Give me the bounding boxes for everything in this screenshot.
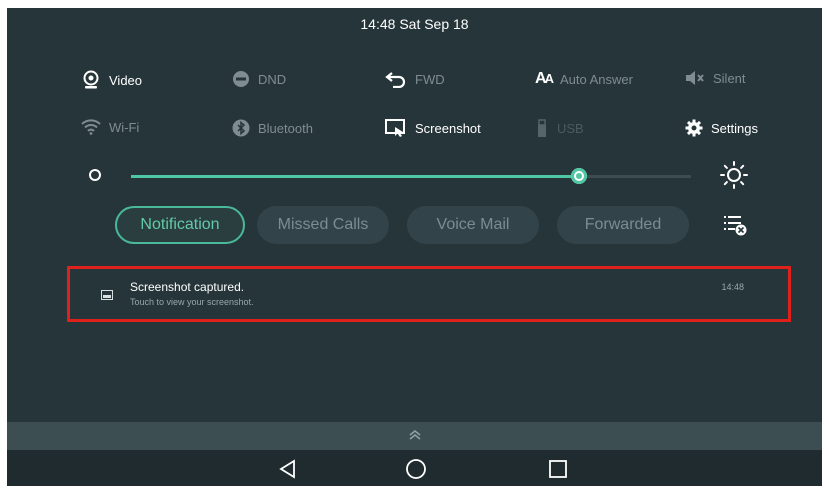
tab-forwarded-label: Forwarded: [584, 216, 662, 233]
notification-title: Screenshot captured.: [130, 280, 245, 294]
quick-toggle-video[interactable]: Video: [81, 70, 142, 90]
status-datetime: 14:48 Sat Sep 18: [360, 16, 469, 32]
wifi-icon: [81, 119, 101, 135]
notification-item[interactable]: Screenshot captured. Touch to view your …: [67, 266, 791, 322]
quick-toggle-wifi-label: Wi-Fi: [109, 119, 140, 135]
gear-icon: [685, 119, 703, 137]
quick-settings-row-1: Video DND FWD AA Auto Answer Silent: [7, 70, 822, 96]
brightness-slider-row: [7, 161, 822, 189]
quick-toggle-settings-label: Settings: [711, 120, 758, 136]
recents-square-icon[interactable]: [545, 456, 571, 482]
quick-toggle-screenshot-label: Screenshot: [415, 120, 481, 136]
quick-toggle-usb[interactable]: USB: [535, 119, 584, 137]
quick-toggle-fwd-label: FWD: [415, 71, 445, 87]
notification-tabs: Notification Missed Calls Voice Mail For…: [7, 206, 822, 246]
quick-toggle-screenshot[interactable]: Screenshot: [385, 119, 481, 137]
quick-toggle-silent[interactable]: Silent: [685, 70, 746, 86]
forward-icon: [385, 70, 407, 88]
chevron-up-icon: [408, 427, 422, 445]
tab-forwarded[interactable]: Forwarded: [557, 206, 689, 244]
image-icon: [101, 287, 113, 305]
home-circle-icon[interactable]: [403, 456, 429, 482]
quick-toggle-wifi[interactable]: Wi-Fi: [81, 119, 139, 135]
quick-toggle-dnd-label: DND: [258, 71, 287, 87]
brightness-slider[interactable]: [131, 168, 691, 184]
brightness-slider-fill: [131, 175, 579, 178]
quick-toggle-bluetooth-label: Bluetooth: [258, 120, 313, 136]
pull-up-handle[interactable]: [7, 422, 822, 450]
quick-toggle-auto-answer-label: Auto Answer: [559, 71, 633, 87]
quick-toggle-settings[interactable]: Settings: [685, 119, 758, 137]
quick-toggle-auto-answer[interactable]: AA Auto Answer: [535, 70, 633, 88]
status-bar: 14:48 Sat Sep 18: [7, 8, 822, 40]
tab-notification-label: Notification: [140, 216, 220, 233]
tab-voice-mail-label: Voice Mail: [436, 216, 510, 233]
quick-toggle-silent-label: Silent: [713, 70, 746, 86]
quick-toggle-video-label: Video: [109, 72, 143, 88]
tab-voice-mail[interactable]: Voice Mail: [407, 206, 539, 244]
screenshot-icon: [385, 119, 407, 137]
usb-icon: [535, 119, 549, 137]
quick-toggle-bluetooth[interactable]: Bluetooth: [232, 119, 313, 137]
bluetooth-icon: [232, 119, 250, 137]
dnd-icon: [232, 70, 250, 88]
tab-missed-calls[interactable]: Missed Calls: [257, 206, 389, 244]
video-camera-icon: [81, 70, 101, 90]
clear-all-icon[interactable]: [723, 214, 747, 241]
brightness-high-icon: [719, 160, 749, 195]
brightness-slider-thumb[interactable]: [571, 168, 587, 184]
navigation-bar: [7, 450, 822, 486]
phone-screen: 14:48 Sat Sep 18 Video DND FWD AA Auto A…: [7, 8, 822, 486]
back-triangle-icon[interactable]: [275, 456, 301, 482]
notification-subtitle: Touch to view your screenshot.: [130, 297, 254, 307]
quick-toggle-dnd[interactable]: DND: [232, 70, 286, 88]
notification-time: 14:48: [721, 282, 744, 292]
brightness-low-icon: [88, 168, 102, 187]
tab-notification[interactable]: Notification: [115, 206, 245, 244]
auto-answer-icon: AA: [535, 70, 554, 87]
silent-icon: [685, 70, 705, 86]
quick-settings-row-2: Wi-Fi Bluetooth Screenshot USB Settings: [7, 119, 822, 145]
tab-missed-calls-label: Missed Calls: [277, 216, 369, 233]
quick-toggle-fwd[interactable]: FWD: [385, 70, 445, 88]
quick-toggle-usb-label: USB: [557, 120, 584, 136]
